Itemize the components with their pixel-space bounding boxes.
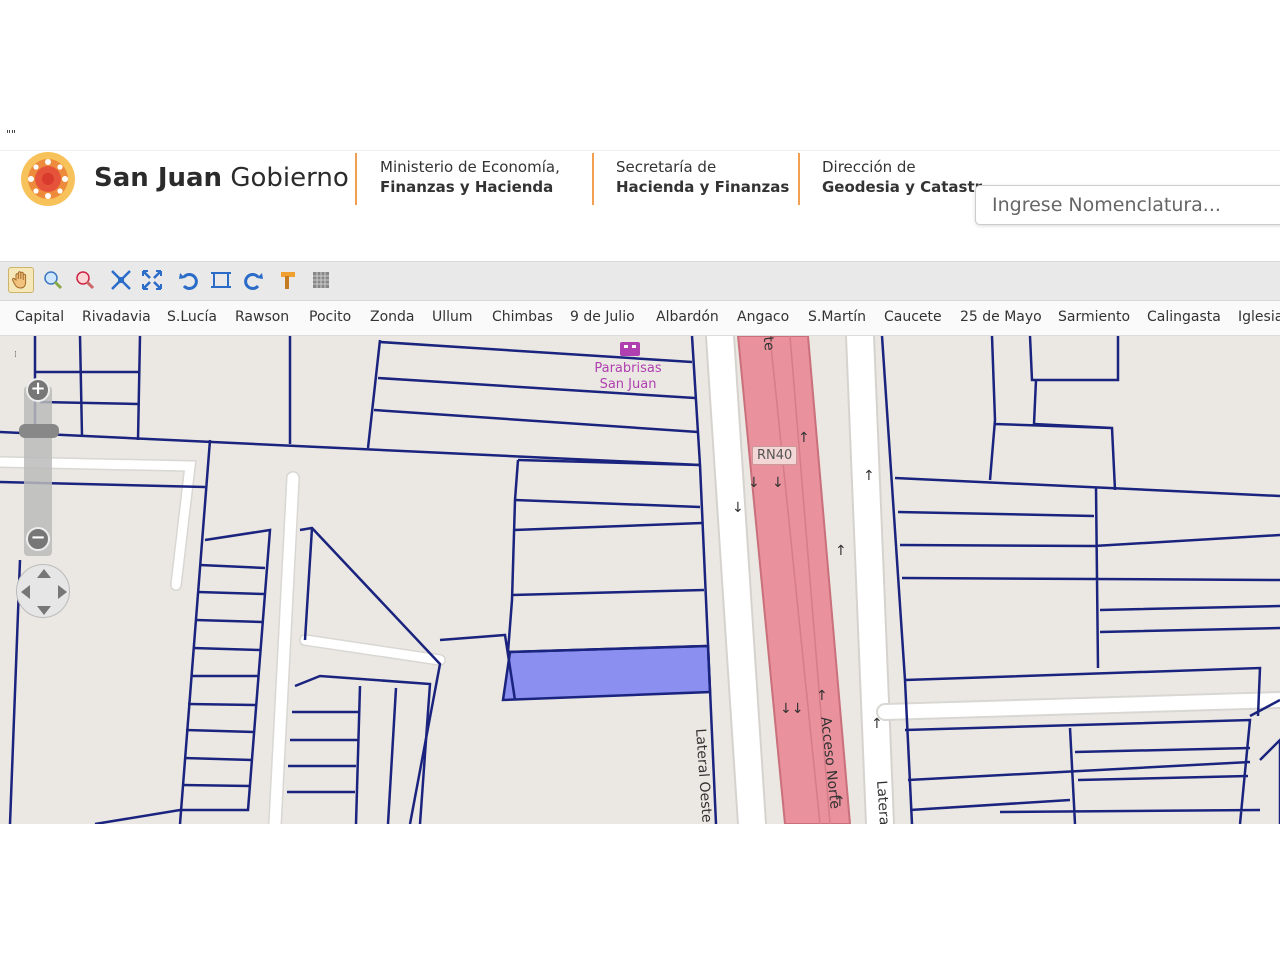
- header-separator: [798, 153, 800, 205]
- pan-left-icon[interactable]: [21, 585, 30, 599]
- secretaria-label: Secretaría de Hacienda y Finanzas: [616, 158, 790, 196]
- brand-title: San Juan Gobierno: [94, 163, 349, 193]
- muni-link[interactable]: S.Lucía: [167, 309, 217, 325]
- muni-link[interactable]: 9 de Julio: [570, 309, 635, 325]
- full-extent-icon[interactable]: [139, 267, 165, 293]
- ministerio-label: Ministerio de Economía, Finanzas y Hacien…: [380, 158, 560, 196]
- map-toolbar: [0, 261, 1280, 301]
- route-shield: RN40: [752, 446, 798, 465]
- measure-icon[interactable]: [276, 267, 302, 293]
- shop-icon: [620, 342, 640, 356]
- zoom-out-box-icon[interactable]: [72, 267, 98, 293]
- direccion-label: Dirección de Geodesia y Catastro: [822, 158, 982, 196]
- road-label-acceso-norte-top: rte: [759, 336, 778, 352]
- pan-down-icon[interactable]: [37, 606, 51, 615]
- muni-link[interactable]: Sarmiento: [1058, 309, 1130, 325]
- zoom-in-icon[interactable]: +: [26, 378, 50, 402]
- san-juan-logo-icon: [21, 152, 75, 206]
- svg-text:↓: ↓: [748, 475, 760, 491]
- svg-text:↑: ↑: [871, 716, 883, 732]
- zoom-extent-icon[interactable]: [108, 267, 134, 293]
- parcel-lines: [0, 336, 1280, 824]
- map-canvas[interactable]: ↑ ↓ ↓ ↑ ↓ ↑ ↓↓ ↑ ↑ ↑: [0, 336, 1280, 824]
- pan-hand-icon[interactable]: [8, 267, 34, 293]
- muni-link[interactable]: Rivadavia: [82, 309, 151, 325]
- zoom-in-box-icon[interactable]: [40, 267, 66, 293]
- header-separator: [592, 153, 594, 205]
- svg-text:↓↓: ↓↓: [780, 701, 803, 717]
- grid-icon[interactable]: [308, 267, 334, 293]
- muni-link[interactable]: S.Martín: [808, 309, 866, 325]
- pan-right-icon[interactable]: [58, 585, 67, 599]
- muni-link[interactable]: Rawson: [235, 309, 289, 325]
- muni-link[interactable]: Caucete: [884, 309, 942, 325]
- svg-text:↑: ↑: [798, 430, 810, 446]
- select-box-icon[interactable]: [208, 267, 234, 293]
- muni-link[interactable]: Chimbas: [492, 309, 553, 325]
- muni-link[interactable]: 25 de Mayo: [960, 309, 1042, 325]
- stray-text: "": [6, 128, 17, 141]
- svg-text:↑: ↑: [816, 688, 828, 704]
- grip-icon[interactable]: ⁞: [14, 350, 17, 360]
- zoom-out-icon[interactable]: −: [26, 527, 50, 551]
- highlighted-parcel[interactable]: [501, 644, 712, 702]
- muni-link[interactable]: Albardón: [656, 309, 719, 325]
- undo-icon[interactable]: [176, 267, 202, 293]
- svg-text:↓: ↓: [772, 475, 784, 491]
- muni-link[interactable]: Angaco: [737, 309, 789, 325]
- muni-link[interactable]: Calingasta: [1147, 309, 1221, 325]
- pan-control: [16, 564, 70, 618]
- muni-link[interactable]: Ullum: [432, 309, 473, 325]
- header-separator: [355, 153, 357, 205]
- muni-link[interactable]: Pocito: [309, 309, 351, 325]
- map-viewport[interactable]: ↑ ↓ ↓ ↑ ↓ ↑ ↓↓ ↑ ↑ ↑ Parabrisas San Juan …: [0, 336, 1280, 824]
- nomenclatura-search-input[interactable]: [975, 185, 1280, 225]
- pan-up-icon[interactable]: [37, 569, 51, 578]
- svg-text:↓: ↓: [732, 500, 744, 516]
- muni-link[interactable]: Zonda: [370, 309, 415, 325]
- muni-link[interactable]: Capital: [15, 309, 64, 325]
- municipality-nav: Capital Rivadavia S.Lucía Rawson Pocito …: [0, 301, 1280, 336]
- svg-text:↑: ↑: [863, 468, 875, 484]
- zoom-slider-handle[interactable]: [19, 424, 59, 438]
- svg-text:↑: ↑: [835, 543, 847, 559]
- header: San Juan Gobierno Ministerio de Economía…: [0, 150, 1280, 261]
- muni-link[interactable]: Iglesia: [1238, 309, 1280, 325]
- redo-icon[interactable]: [240, 267, 266, 293]
- zoom-control: ⁞ + −: [10, 346, 70, 626]
- road-label-lateral-este: Latera: [873, 780, 893, 824]
- poi-label: Parabrisas San Juan: [594, 361, 662, 392]
